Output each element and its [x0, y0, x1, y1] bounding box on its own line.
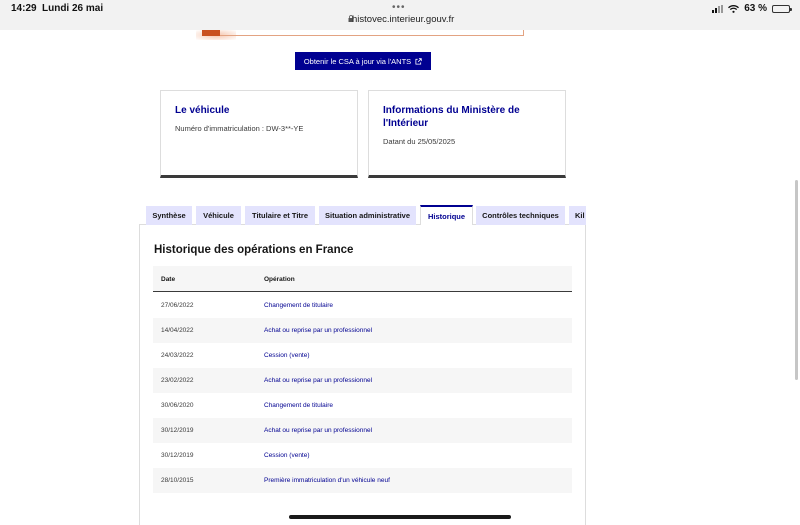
table-row: 23/02/2022 Achat ou reprise par un profe…	[153, 368, 572, 393]
history-title: Historique des opérations en France	[154, 244, 354, 256]
row-operation-link[interactable]: Achat ou reprise par un professionnel	[264, 377, 372, 384]
row-operation-link[interactable]: Cession (vente)	[264, 452, 310, 459]
column-header-operation: Opération	[264, 276, 295, 283]
table-row: 24/03/2022 Cession (vente)	[153, 343, 572, 368]
vehicle-card-title: Le véhicule	[175, 105, 230, 116]
alert-box	[202, 30, 524, 36]
cellular-signal-icon	[712, 4, 724, 13]
history-table-header: Date Opération	[153, 266, 572, 292]
tab-historique[interactable]: Historique	[420, 205, 473, 225]
battery-percentage: 63 %	[744, 3, 767, 14]
get-csa-button-label: Obtenir le CSA à jour via l'ANTS	[303, 56, 412, 66]
tab-controles-techniques[interactable]: Contrôles techniques	[476, 206, 565, 225]
status-time: 14:29	[11, 3, 37, 14]
status-bar: 14:29 Lundi 26 mai ••• histovec.interieu…	[0, 0, 800, 30]
row-date: 14/04/2022	[161, 327, 194, 334]
table-row: 30/12/2019 Cession (vente)	[153, 443, 572, 468]
ministry-card: Informations du Ministère de l'Intérieur…	[368, 90, 566, 178]
get-csa-button[interactable]: Obtenir le CSA à jour via l'ANTS	[295, 52, 431, 70]
row-operation-link[interactable]: Changement de titulaire	[264, 402, 333, 409]
row-date: 30/12/2019	[161, 452, 194, 459]
wifi-icon	[728, 4, 740, 13]
more-dots-icon[interactable]: •••	[392, 2, 406, 13]
page-scrollbar[interactable]	[795, 180, 798, 380]
ministry-card-date: Datant du 25/05/2025	[383, 137, 456, 146]
table-row: 30/06/2020 Changement de titulaire	[153, 393, 572, 418]
home-indicator[interactable]	[289, 515, 511, 519]
tab-bar: Synthèse Véhicule Titulaire et Titre Sit…	[146, 205, 586, 225]
row-date: 27/06/2022	[161, 302, 194, 309]
row-date: 24/03/2022	[161, 352, 194, 359]
address-bar-url[interactable]: histovec.interieur.gouv.fr	[352, 14, 454, 25]
battery-icon	[772, 4, 792, 13]
tab-vehicule[interactable]: Véhicule	[196, 206, 241, 225]
ministry-card-title: Informations du Ministère de l'Intérieur	[383, 105, 520, 129]
column-header-date: Date	[161, 276, 176, 283]
status-date: Lundi 26 mai	[42, 3, 104, 14]
row-date: 30/12/2019	[161, 427, 194, 434]
table-row: 30/12/2019 Achat ou reprise par un profe…	[153, 418, 572, 443]
table-row: 27/06/2022 Changement de titulaire	[153, 293, 572, 318]
row-date: 28/10/2015	[161, 477, 194, 484]
table-row: 28/10/2015 Première immatriculation d'un…	[153, 468, 572, 493]
tab-titulaire-et-titre[interactable]: Titulaire et Titre	[245, 206, 315, 225]
row-date: 23/02/2022	[161, 377, 194, 384]
vehicle-card-registration: Numéro d'immatriculation : DW-3**-YE	[175, 124, 304, 133]
tab-synthese[interactable]: Synthèse	[146, 206, 192, 225]
status-indicators: 63 %	[712, 3, 792, 14]
row-operation-link[interactable]: Achat ou reprise par un professionnel	[264, 427, 372, 434]
row-operation-link[interactable]: Achat ou reprise par un professionnel	[264, 327, 372, 334]
row-operation-link[interactable]: Cession (vente)	[264, 352, 310, 359]
alert-accent-bar	[202, 30, 220, 36]
table-row: 14/04/2022 Achat ou reprise par un profe…	[153, 318, 572, 343]
tab-situation-administrative[interactable]: Situation administrative	[319, 206, 416, 225]
row-operation-link[interactable]: Première immatriculation d'un véhicule n…	[264, 477, 390, 484]
external-link-icon	[415, 57, 422, 65]
tab-kilometrage[interactable]: Kil	[569, 206, 586, 225]
row-operation-link[interactable]: Changement de titulaire	[264, 302, 333, 309]
row-date: 30/06/2020	[161, 402, 194, 409]
vehicle-card: Le véhicule Numéro d'immatriculation : D…	[160, 90, 358, 178]
